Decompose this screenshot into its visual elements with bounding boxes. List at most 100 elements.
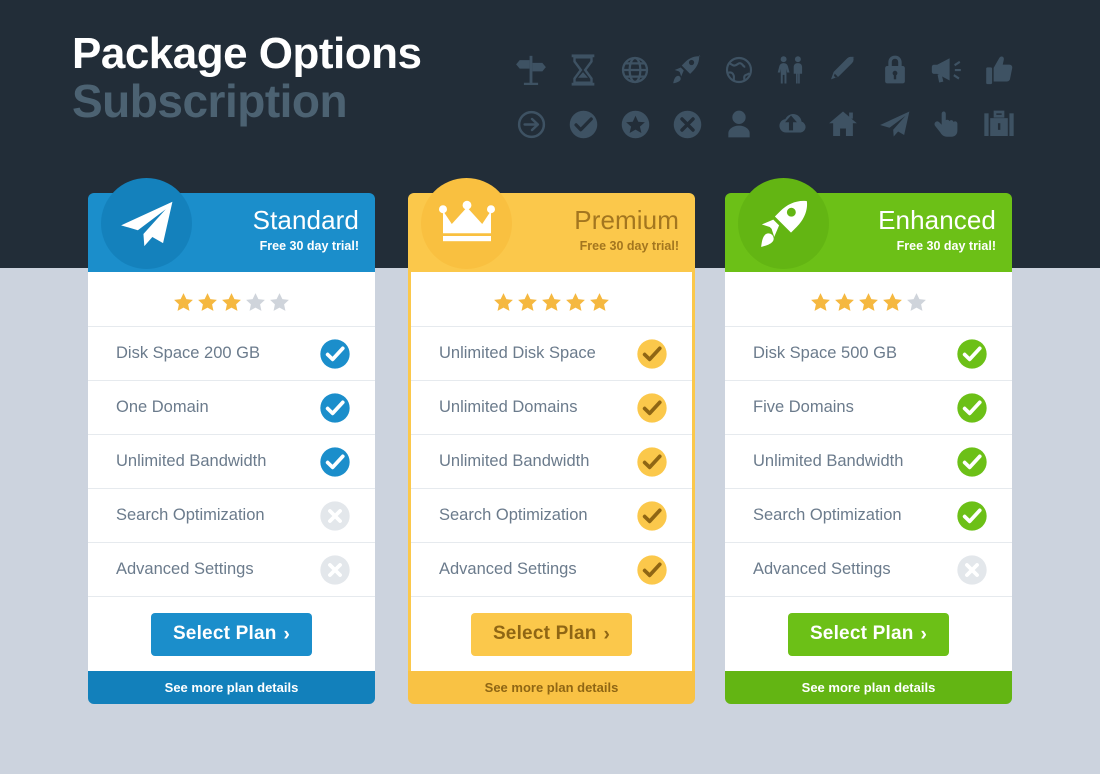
home-icon: [817, 98, 869, 150]
feature-row: Unlimited Bandwidth: [88, 434, 375, 488]
globe-grid-icon: [609, 44, 661, 96]
cloud-upload-icon: [765, 98, 817, 150]
feature-label: Search Optimization: [753, 506, 902, 524]
feature-row: Search Optimization: [725, 488, 1012, 542]
star-filled-icon: [859, 292, 878, 311]
star-filled-icon: [835, 292, 854, 311]
plan-trial-label: Free 30 day trial!: [579, 239, 679, 253]
check-circle-icon: [319, 338, 351, 370]
plan-name: Enhanced: [878, 205, 996, 235]
feature-label: Search Optimization: [116, 506, 265, 524]
plan-body: Disk Space 500 GB Five Domains Unlimited…: [725, 272, 1012, 671]
briefcase-icon: [973, 98, 1025, 150]
star-filled-icon: [542, 292, 561, 311]
feature-row: Unlimited Bandwidth: [411, 434, 692, 488]
cta-area: Select Plan ›: [411, 596, 692, 671]
x-circle-icon: [661, 98, 713, 150]
feature-label: Unlimited Bandwidth: [116, 452, 267, 470]
megaphone-icon: [921, 44, 973, 96]
feature-row: Advanced Settings: [725, 542, 1012, 596]
earth-icon: [713, 44, 765, 96]
plan-card-standard: Standard Free 30 day trial! Disk Space 2…: [88, 178, 375, 704]
rating-stars: [725, 272, 1012, 326]
feature-label: Disk Space 200 GB: [116, 344, 260, 362]
feature-label: Unlimited Bandwidth: [753, 452, 904, 470]
plan-name: Premium: [574, 205, 679, 235]
plan-card-premium: Premium Free 30 day trial! Unlimited Dis…: [408, 178, 695, 704]
check-circle-icon: [636, 392, 668, 424]
x-circle-icon: [319, 500, 351, 532]
star-filled-icon: [566, 292, 585, 311]
feature-row: Disk Space 200 GB: [88, 326, 375, 380]
chevron-right-icon: ›: [283, 623, 291, 645]
star-filled-icon: [494, 292, 513, 311]
hourglass-icon: [557, 44, 609, 96]
chevron-right-icon: ›: [603, 623, 611, 645]
feature-label: One Domain: [116, 398, 209, 416]
star-filled-icon: [222, 292, 241, 311]
check-circle-icon: [319, 446, 351, 478]
feature-label: Advanced Settings: [753, 560, 891, 578]
rating-stars: [411, 272, 692, 326]
rocket-icon: [738, 178, 829, 269]
select-plan-button[interactable]: Select Plan ›: [150, 612, 313, 656]
paper-plane-icon: [101, 178, 192, 269]
see-more-plan-details-link[interactable]: See more plan details: [408, 670, 695, 704]
plan-body: Unlimited Disk Space Unlimited Domains U…: [408, 272, 695, 671]
plan-body: Disk Space 200 GB One Domain Unlimited B…: [88, 272, 375, 671]
plan-card-shell: Standard Free 30 day trial! Disk Space 2…: [88, 178, 375, 704]
select-plan-button[interactable]: Select Plan ›: [787, 612, 950, 656]
feature-label: Unlimited Disk Space: [439, 344, 596, 362]
rating-stars: [88, 272, 375, 326]
user-icon: [713, 98, 765, 150]
feature-row: Unlimited Bandwidth: [725, 434, 1012, 488]
select-plan-button[interactable]: Select Plan ›: [470, 612, 633, 656]
plan-trial-label: Free 30 day trial!: [259, 239, 359, 253]
pointing-hand-icon: [921, 98, 973, 150]
plan-header: Premium Free 30 day trial!: [408, 178, 695, 272]
restroom-people-icon: [765, 44, 817, 96]
rocket-icon: [661, 44, 713, 96]
see-more-plan-details-link[interactable]: See more plan details: [725, 670, 1012, 704]
cta-area: Select Plan ›: [88, 596, 375, 671]
feature-row: One Domain: [88, 380, 375, 434]
decorative-icon-grid: [505, 44, 1025, 150]
page-title-main: Package Options: [72, 29, 422, 78]
select-plan-label: Select Plan: [809, 623, 914, 644]
page-title-sub: Subscription: [72, 75, 348, 127]
feature-label: Disk Space 500 GB: [753, 344, 897, 362]
check-circle-icon: [956, 500, 988, 532]
star-filled-icon: [198, 292, 217, 311]
check-circle-icon: [636, 446, 668, 478]
plan-header: Standard Free 30 day trial!: [88, 178, 375, 272]
feature-row: Disk Space 500 GB: [725, 326, 1012, 380]
feature-row: Search Optimization: [88, 488, 375, 542]
crown-icon: [421, 178, 512, 269]
star-filled-icon: [174, 292, 193, 311]
select-plan-label: Select Plan: [492, 623, 597, 644]
feature-row: Five Domains: [725, 380, 1012, 434]
check-circle-icon: [636, 500, 668, 532]
see-more-plan-details-link[interactable]: See more plan details: [88, 670, 375, 704]
pen-icon: [817, 44, 869, 96]
check-circle-icon: [956, 392, 988, 424]
star-circle-icon: [609, 98, 661, 150]
feature-label: Advanced Settings: [116, 560, 254, 578]
feature-row: Unlimited Disk Space: [411, 326, 692, 380]
plan-header-text: Premium Free 30 day trial!: [574, 207, 679, 253]
plan-header-text: Standard Free 30 day trial!: [253, 207, 359, 253]
feature-row: Unlimited Domains: [411, 380, 692, 434]
lock-icon: [869, 44, 921, 96]
check-circle-icon: [557, 98, 609, 150]
feature-label: Unlimited Domains: [439, 398, 578, 416]
star-filled-icon: [811, 292, 830, 311]
check-circle-icon: [636, 338, 668, 370]
cta-area: Select Plan ›: [725, 596, 1012, 671]
feature-label: Unlimited Bandwidth: [439, 452, 590, 470]
plan-card-shell: Enhanced Free 30 day trial! Disk Space 5…: [725, 178, 1012, 704]
feature-label: Five Domains: [753, 398, 854, 416]
x-circle-icon: [956, 554, 988, 586]
star-empty-icon: [270, 292, 289, 311]
x-circle-icon: [319, 554, 351, 586]
plan-header-text: Enhanced Free 30 day trial!: [878, 207, 996, 253]
